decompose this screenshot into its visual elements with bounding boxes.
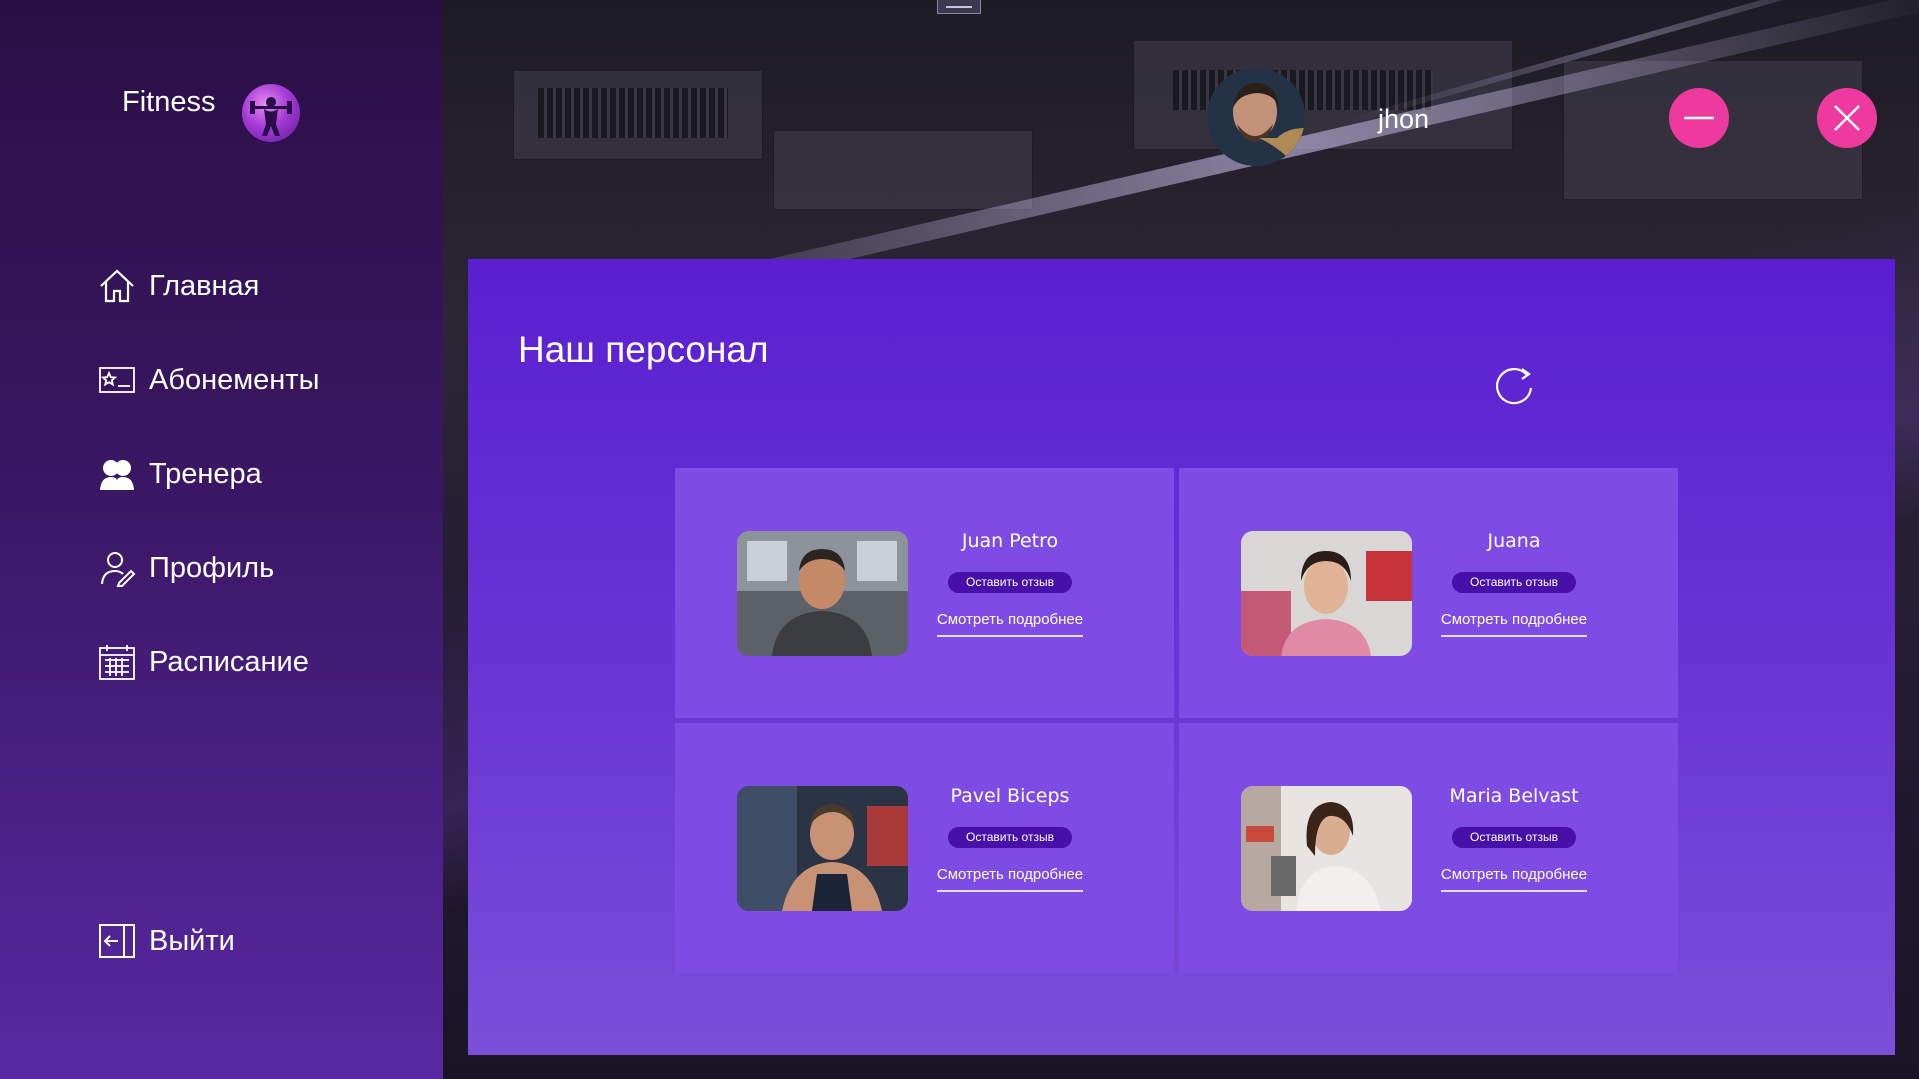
brand-logo bbox=[242, 84, 300, 142]
leave-review-button[interactable]: Оставить отзыв bbox=[948, 827, 1072, 848]
staff-info: Maria Belvast Оставить отзыв Смотреть по… bbox=[1440, 785, 1588, 892]
staff-info: Juana Оставить отзыв Смотреть подробнее bbox=[1440, 530, 1588, 637]
staff-photo bbox=[1241, 531, 1412, 656]
sidebar-item-label: Главная bbox=[149, 269, 260, 302]
leave-review-button[interactable]: Оставить отзыв bbox=[948, 572, 1072, 593]
sidebar-item-label: Тренера bbox=[149, 457, 262, 490]
staff-name: Pavel Biceps bbox=[950, 785, 1070, 807]
sidebar-item-schedule[interactable]: Расписание bbox=[97, 638, 319, 686]
view-details-link[interactable]: Смотреть подробнее bbox=[1440, 611, 1588, 637]
leave-review-button[interactable]: Оставить отзыв bbox=[1452, 572, 1576, 593]
staff-grid: Juan Petro Оставить отзыв Смотреть подро… bbox=[675, 468, 1678, 973]
brand-name: Fitness bbox=[122, 86, 216, 118]
sidebar-item-label: Расписание bbox=[149, 645, 309, 678]
close-button[interactable] bbox=[1817, 88, 1877, 148]
staff-card: Juan Petro Оставить отзыв Смотреть подро… bbox=[675, 468, 1174, 718]
user-name: jhon bbox=[1378, 104, 1430, 134]
staff-card: Pavel Biceps Оставить отзыв Смотреть под… bbox=[675, 723, 1174, 973]
sidebar-item-label: Абонементы bbox=[149, 363, 320, 396]
profile-icon bbox=[97, 548, 137, 588]
staff-photo bbox=[737, 786, 908, 911]
view-details-link[interactable]: Смотреть подробнее bbox=[936, 611, 1084, 637]
window-drag-handle[interactable] bbox=[937, 0, 981, 14]
view-details-link[interactable]: Смотреть подробнее bbox=[936, 866, 1084, 892]
brand: Fitness bbox=[122, 84, 300, 142]
home-icon bbox=[97, 266, 137, 306]
sidebar-item-home[interactable]: Главная bbox=[97, 262, 319, 310]
leave-review-button[interactable]: Оставить отзыв bbox=[1452, 827, 1576, 848]
staff-card: Juana Оставить отзыв Смотреть подробнее bbox=[1179, 468, 1678, 718]
logout-icon bbox=[97, 921, 137, 961]
refresh-icon[interactable] bbox=[1489, 361, 1539, 411]
sidebar-item-trainers[interactable]: Тренера bbox=[97, 450, 319, 498]
staff-name: Juan Petro bbox=[961, 530, 1059, 552]
staff-card: Maria Belvast Оставить отзыв Смотреть по… bbox=[1179, 723, 1678, 973]
membership-card-icon bbox=[97, 360, 137, 400]
staff-info: Juan Petro Оставить отзыв Смотреть подро… bbox=[936, 530, 1084, 637]
logout-button[interactable]: Выйти bbox=[97, 917, 235, 965]
minimize-button[interactable] bbox=[1669, 88, 1729, 148]
staff-photo bbox=[1241, 786, 1412, 911]
staff-name: Juana bbox=[1487, 530, 1541, 552]
user-avatar[interactable] bbox=[1207, 68, 1305, 166]
logout-label: Выйти bbox=[149, 924, 235, 957]
staff-photo bbox=[737, 531, 908, 656]
sidebar-item-profile[interactable]: Профиль bbox=[97, 544, 319, 592]
minus-icon bbox=[1684, 116, 1714, 120]
sidebar-nav: Главная Абонементы Тренера Профиль Распи… bbox=[97, 262, 319, 732]
close-icon bbox=[1834, 105, 1860, 131]
staff-name: Maria Belvast bbox=[1449, 785, 1579, 807]
sidebar-item-label: Профиль bbox=[149, 551, 275, 584]
sidebar-item-memberships[interactable]: Абонементы bbox=[97, 356, 319, 404]
main-panel: Наш персонал Juan Petro Оставить отзыв С… bbox=[468, 259, 1895, 1055]
logout-area: Выйти bbox=[97, 917, 235, 1011]
calendar-icon bbox=[97, 642, 137, 682]
view-details-link[interactable]: Смотреть подробнее bbox=[1440, 866, 1588, 892]
trainers-icon bbox=[97, 454, 137, 494]
sidebar: Fitness Главная Абонементы Тренера Профи… bbox=[0, 0, 443, 1079]
staff-info: Pavel Biceps Оставить отзыв Смотреть под… bbox=[936, 785, 1084, 892]
page-title: Наш персонал bbox=[518, 329, 769, 370]
